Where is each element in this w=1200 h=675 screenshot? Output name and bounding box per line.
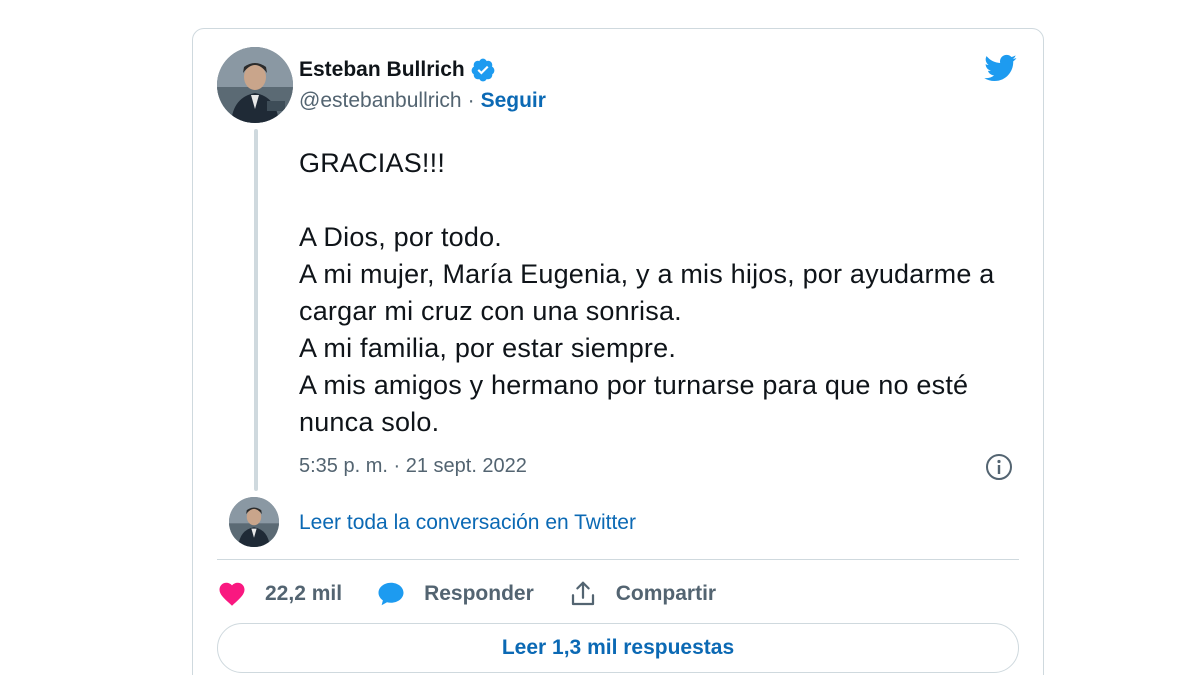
divider — [217, 559, 1019, 560]
author-avatar[interactable] — [217, 47, 293, 123]
share-icon — [568, 579, 598, 609]
tweet-text: GRACIAS!!! A Dios, por todo. A mi mujer,… — [299, 148, 995, 437]
read-replies-button[interactable]: Leer 1,3 mil respuestas — [217, 623, 1019, 673]
info-icon[interactable] — [985, 453, 1013, 481]
avatar-photo — [217, 47, 293, 123]
separator-dot: · — [467, 89, 475, 112]
avatar-photo-small — [229, 497, 279, 547]
conversation-avatar[interactable] — [229, 497, 279, 547]
speech-bubble-icon — [376, 579, 406, 609]
like-button[interactable]: 22,2 mil — [217, 579, 342, 609]
tweet-embed-card: Esteban Bullrich @estebanbullrich · Segu… — [192, 28, 1044, 675]
heart-icon — [217, 579, 247, 609]
twitter-bird-icon[interactable] — [981, 51, 1019, 85]
like-count: 22,2 mil — [265, 582, 343, 605]
tweet-timestamp[interactable]: 5:35 p. m. · 21 sept. 2022 — [299, 455, 527, 478]
read-conversation-link[interactable]: Leer toda la conversación en Twitter — [299, 511, 636, 535]
author-name[interactable]: Esteban Bullrich — [299, 58, 465, 82]
follow-button[interactable]: Seguir — [481, 89, 546, 113]
author-handle[interactable]: @estebanbullrich — [299, 89, 462, 113]
thread-line — [254, 129, 258, 491]
action-bar: 22,2 mil Responder Compartir — [217, 577, 750, 611]
share-button[interactable]: Compartir — [568, 579, 716, 609]
reply-label: Responder — [424, 582, 534, 605]
share-label: Compartir — [615, 582, 717, 605]
reply-button[interactable]: Responder — [376, 579, 534, 609]
author-name-row: Esteban Bullrich — [299, 57, 496, 83]
verified-badge-icon — [470, 57, 496, 83]
author-handle-row: @estebanbullrich · Seguir — [299, 89, 546, 113]
